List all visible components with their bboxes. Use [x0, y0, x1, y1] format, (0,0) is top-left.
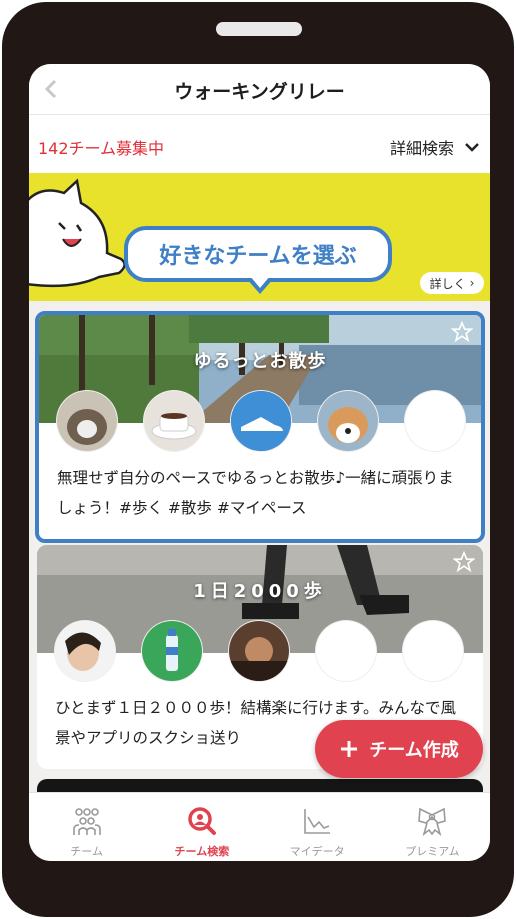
member-avatar-shoe [231, 391, 291, 451]
create-team-label: チーム作成 [369, 740, 459, 761]
tab-team[interactable]: チーム [29, 793, 144, 861]
team-title: 1日2000歩 [193, 581, 327, 602]
nav-bar: ウォーキングリレー [29, 64, 490, 115]
member-avatar-empty [403, 621, 463, 681]
phone-frame: ウォーキングリレー 142チーム募集中 詳細検索 好きなチームを選ぶ 詳しく ›… [2, 2, 514, 917]
member-avatar-cat [57, 391, 117, 451]
member-avatar-person [55, 621, 115, 681]
tab-team-label: チーム [70, 845, 103, 858]
cat-mascot-icon [29, 178, 126, 288]
team-search-icon [188, 807, 216, 835]
phone-speaker [216, 22, 302, 36]
bubble-tail-inner [250, 276, 270, 288]
member-avatar-empty [405, 391, 465, 451]
filter-bar: 142チーム募集中 詳細検索 [29, 115, 490, 173]
team-count-label: 142チーム募集中 [38, 139, 165, 158]
member-avatar-dog [318, 391, 378, 451]
tab-team-search[interactable]: チーム検索 [144, 793, 259, 861]
member-avatar-coffee [144, 391, 204, 451]
chevron-down-icon [465, 143, 479, 152]
member-avatars [57, 391, 465, 451]
page-title: ウォーキングリレー [174, 81, 345, 103]
member-avatar-empty [316, 621, 376, 681]
create-team-button[interactable]: チーム作成 [315, 720, 483, 778]
detail-search-button[interactable]: 詳細検索 [390, 135, 480, 159]
favorite-star-icon[interactable] [451, 321, 473, 343]
member-avatar-bottle [142, 621, 202, 681]
team-description: 無理せず自分のペースでゆるっとお散歩♪一緒に頑張りましょう！#歩く #散歩 #マ… [57, 469, 454, 517]
more-button[interactable]: 詳しく › [420, 272, 484, 294]
tab-my-data-label: マイデータ [289, 845, 345, 858]
favorite-star-icon[interactable] [453, 551, 475, 573]
chevron-right-icon: › [469, 276, 475, 290]
more-label: 詳しく [429, 276, 466, 291]
bottom-tab-bar: チーム チーム検索 マイデータ プレミアム [29, 792, 490, 861]
my-data-icon [304, 809, 331, 834]
app-screen: ウォーキングリレー 142チーム募集中 詳細検索 好きなチームを選ぶ 詳しく ›… [29, 64, 490, 861]
tab-premium[interactable]: プレミアム [375, 793, 490, 861]
team-icon [72, 808, 101, 835]
plus-icon [341, 741, 358, 757]
tab-premium-label: プレミアム [405, 845, 460, 858]
detail-search-label: 詳細検索 [389, 139, 454, 158]
member-avatar-photo [229, 621, 289, 681]
tab-team-search-label: チーム検索 [174, 845, 230, 858]
premium-icon [418, 807, 447, 837]
guide-bubble: 好きなチームを選ぶ [124, 226, 392, 282]
team-card[interactable]: ゆるっとお散歩 無理せず自分のペースでゆるっとお散歩♪一緒に頑張りましょう！#歩… [35, 311, 485, 543]
team-title: ゆるっとお散歩 [193, 351, 327, 372]
tab-my-data[interactable]: マイデータ [260, 793, 375, 861]
member-avatars [55, 621, 463, 681]
